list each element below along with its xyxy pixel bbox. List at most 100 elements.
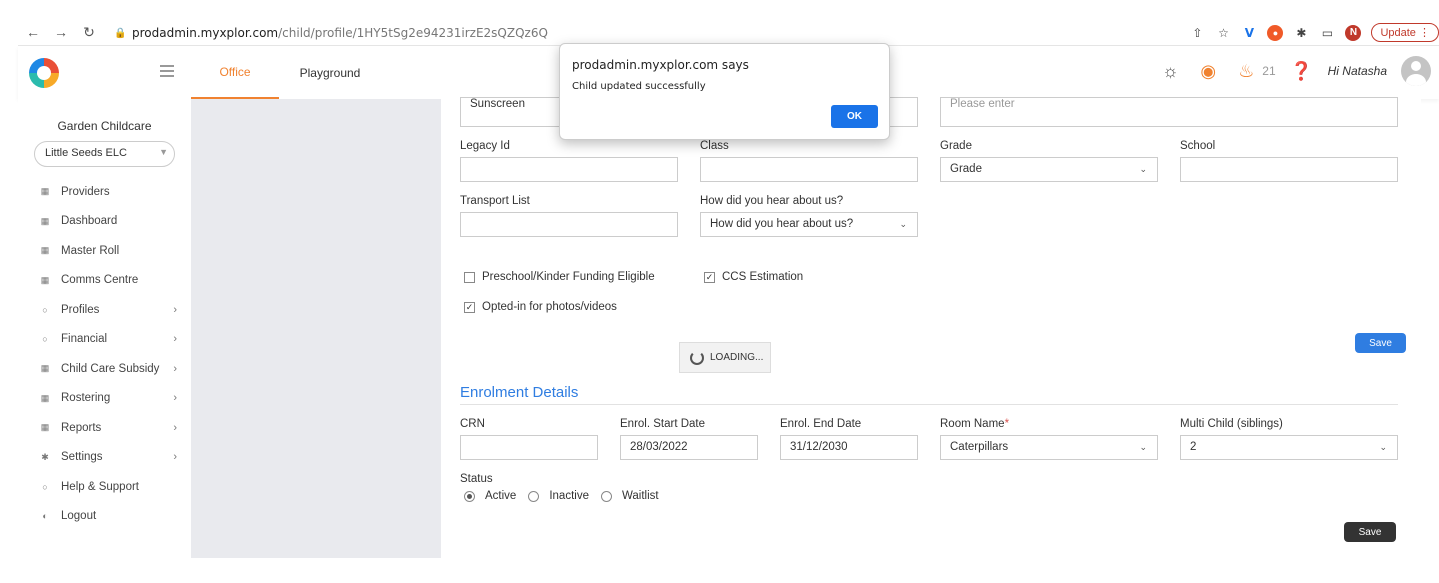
xplor-logo[interactable] [29,58,59,88]
user-greeting: Hi Natasha [1327,64,1387,78]
room-name-value: Caterpillars [950,441,1009,453]
chevron-right-icon: › [173,421,177,434]
sidebar-item-label: Financial [61,333,108,346]
chevron-right-icon: › [173,451,177,464]
alert-dialog: prodadmin.myxplor.com says Child updated… [559,43,890,140]
save-button[interactable]: Save [1355,333,1406,353]
crn-input[interactable] [460,435,598,460]
required-marker: * [1004,418,1010,430]
sidebar-item-label: Reports [61,421,102,434]
hear-about-value: How did you hear about us? [710,218,854,230]
notes-textarea[interactable]: Please enter [940,97,1398,127]
grade-select[interactable]: Grade ⌄ [940,157,1158,182]
sidebar-item-rostering[interactable]: ▦ Rostering › [18,384,191,414]
photos-optin-checkbox[interactable]: ✓ [464,301,475,313]
status-waitlist-radio[interactable] [600,490,612,502]
status-active-label: Active [485,490,517,502]
sidebar-item-financial[interactable]: ○ Financial › [18,325,191,355]
profile-avatar-icon[interactable]: N [1345,24,1362,41]
dialog-title: prodadmin.myxplor.com says [572,58,749,72]
status-inactive-label: Inactive [549,490,589,502]
sidebar-item-dashboard[interactable]: ▦ Dashboard [18,207,191,237]
enrol-start-label: Enrol. Start Date [620,418,706,430]
report-icon: ▦ [40,422,50,433]
sidebar-item-comms-centre[interactable]: ▦ Comms Centre [18,266,191,296]
school-input[interactable] [1180,157,1398,182]
crn-label: CRN [460,418,485,430]
chevron-right-icon: › [173,303,177,316]
sidebar-item-child-care-subsidy[interactable]: ▦ Child Care Subsidy › [18,354,191,384]
bell-icon[interactable]: ♨ [1234,59,1258,83]
tab-playground[interactable]: Playground [280,46,380,99]
legacy-id-input[interactable] [460,157,678,182]
room-name-select[interactable]: Caterpillars ⌄ [940,435,1158,460]
class-input[interactable] [700,157,918,182]
profile-icon: ○ [42,304,48,315]
sidebar-item-label: Comms Centre [61,274,139,287]
status-label: Status [460,473,493,485]
reload-icon[interactable]: ↻ [82,24,96,41]
funding-eligible-checkbox[interactable] [464,271,475,283]
grade-select-value: Grade [950,163,982,175]
chat-help-icon[interactable]: ❓ [1290,59,1314,83]
photos-optin-checkbox-row[interactable]: ✓ Opted-in for photos/videos [464,301,617,313]
transport-list-input[interactable] [460,212,678,237]
status-active-radio[interactable] [464,490,475,502]
forward-icon[interactable]: → [54,24,68,41]
sidebar-item-providers[interactable]: ▦ Providers [18,177,191,207]
spinner-icon [690,350,704,365]
sidebar-item-logout[interactable]: ◐ Logout [18,502,191,532]
tab-office[interactable]: Office [191,46,279,99]
message-icon: ▦ [40,274,50,285]
notification-count: 21 [1262,64,1276,78]
dialog-ok-button[interactable]: OK [831,105,878,128]
enrolment-save-button[interactable]: Save [1344,522,1396,542]
ccs-estimation-checkbox-row[interactable]: ✓ CCS Estimation [704,271,803,283]
site-select[interactable]: Little Seeds ELC ▼ [34,141,175,167]
vimeo-extension-icon[interactable]: V [1241,25,1257,41]
enrol-start-input[interactable]: 28/03/2022 [620,435,758,460]
sidebar-item-label: Master Roll [61,244,120,257]
eye-icon[interactable]: ◉ [1196,59,1220,83]
sidebar-item-profiles[interactable]: ○ Profiles › [18,295,191,325]
update-button[interactable]: Update ⋮ [1371,23,1439,42]
grid-icon: ▦ [40,215,50,226]
funding-eligible-checkbox-row[interactable]: Preschool/Kinder Funding Eligible [464,271,655,283]
enrol-end-input[interactable]: 31/12/2030 [780,435,918,460]
star-icon[interactable]: ☆ [1215,25,1231,41]
sidebar-item-settings[interactable]: ✱ Settings › [18,443,191,473]
extension-orange-icon[interactable]: ● [1267,24,1284,41]
hamburger-menu-icon[interactable] [160,65,174,77]
enrolment-section-title: Enrolment Details [460,384,579,401]
enrol-end-label: Enrol. End Date [780,418,862,430]
status-inactive-radio[interactable] [528,490,540,502]
address-bar[interactable]: 🔒 prodadmin.myxplor.com/child/profile/1H… [114,26,548,40]
lightbulb-icon[interactable]: ☼ [1158,59,1182,83]
org-name: Garden Childcare [57,119,152,133]
update-label: Update [1380,27,1416,39]
hear-about-label: How did you hear about us? [700,195,844,207]
sidebar-item-label: Child Care Subsidy [61,362,160,375]
caret-down-icon: ▼ [159,147,168,157]
multi-child-select[interactable]: 2 ⌄ [1180,435,1398,460]
sidebar-item-reports[interactable]: ▦ Reports › [18,413,191,443]
puzzle-icon[interactable]: ✱ [1293,25,1309,41]
photos-optin-label: Opted-in for photos/videos [482,301,617,313]
transport-list-label: Transport List [460,195,530,207]
sidepanel-icon[interactable]: ▭ [1319,25,1335,41]
sidebar-menu: ▦ Providers ▦ Dashboard ▦ Master Roll ▦ Comm… [18,177,191,531]
bank-icon: ▦ [40,363,50,374]
share-icon[interactable]: ⇧ [1189,25,1205,41]
grade-label: Grade [940,140,972,152]
gear-icon: ✱ [41,451,49,462]
user-avatar[interactable] [1401,56,1431,86]
roster-icon: ▦ [40,392,50,403]
room-name-label: Room Name* [940,418,1009,430]
hear-about-select[interactable]: How did you hear about us? ⌄ [700,212,918,237]
sidebar-item-master-roll[interactable]: ▦ Master Roll [18,236,191,266]
ccs-estimation-checkbox[interactable]: ✓ [704,271,715,283]
sidebar-item-help-support[interactable]: ○ Help & Support [18,472,191,502]
back-icon[interactable]: ← [26,24,40,41]
header-actions: ☼ ◉ ♨ 21 ❓ Hi Natasha [1158,56,1431,86]
logout-icon: ◐ [42,511,48,522]
